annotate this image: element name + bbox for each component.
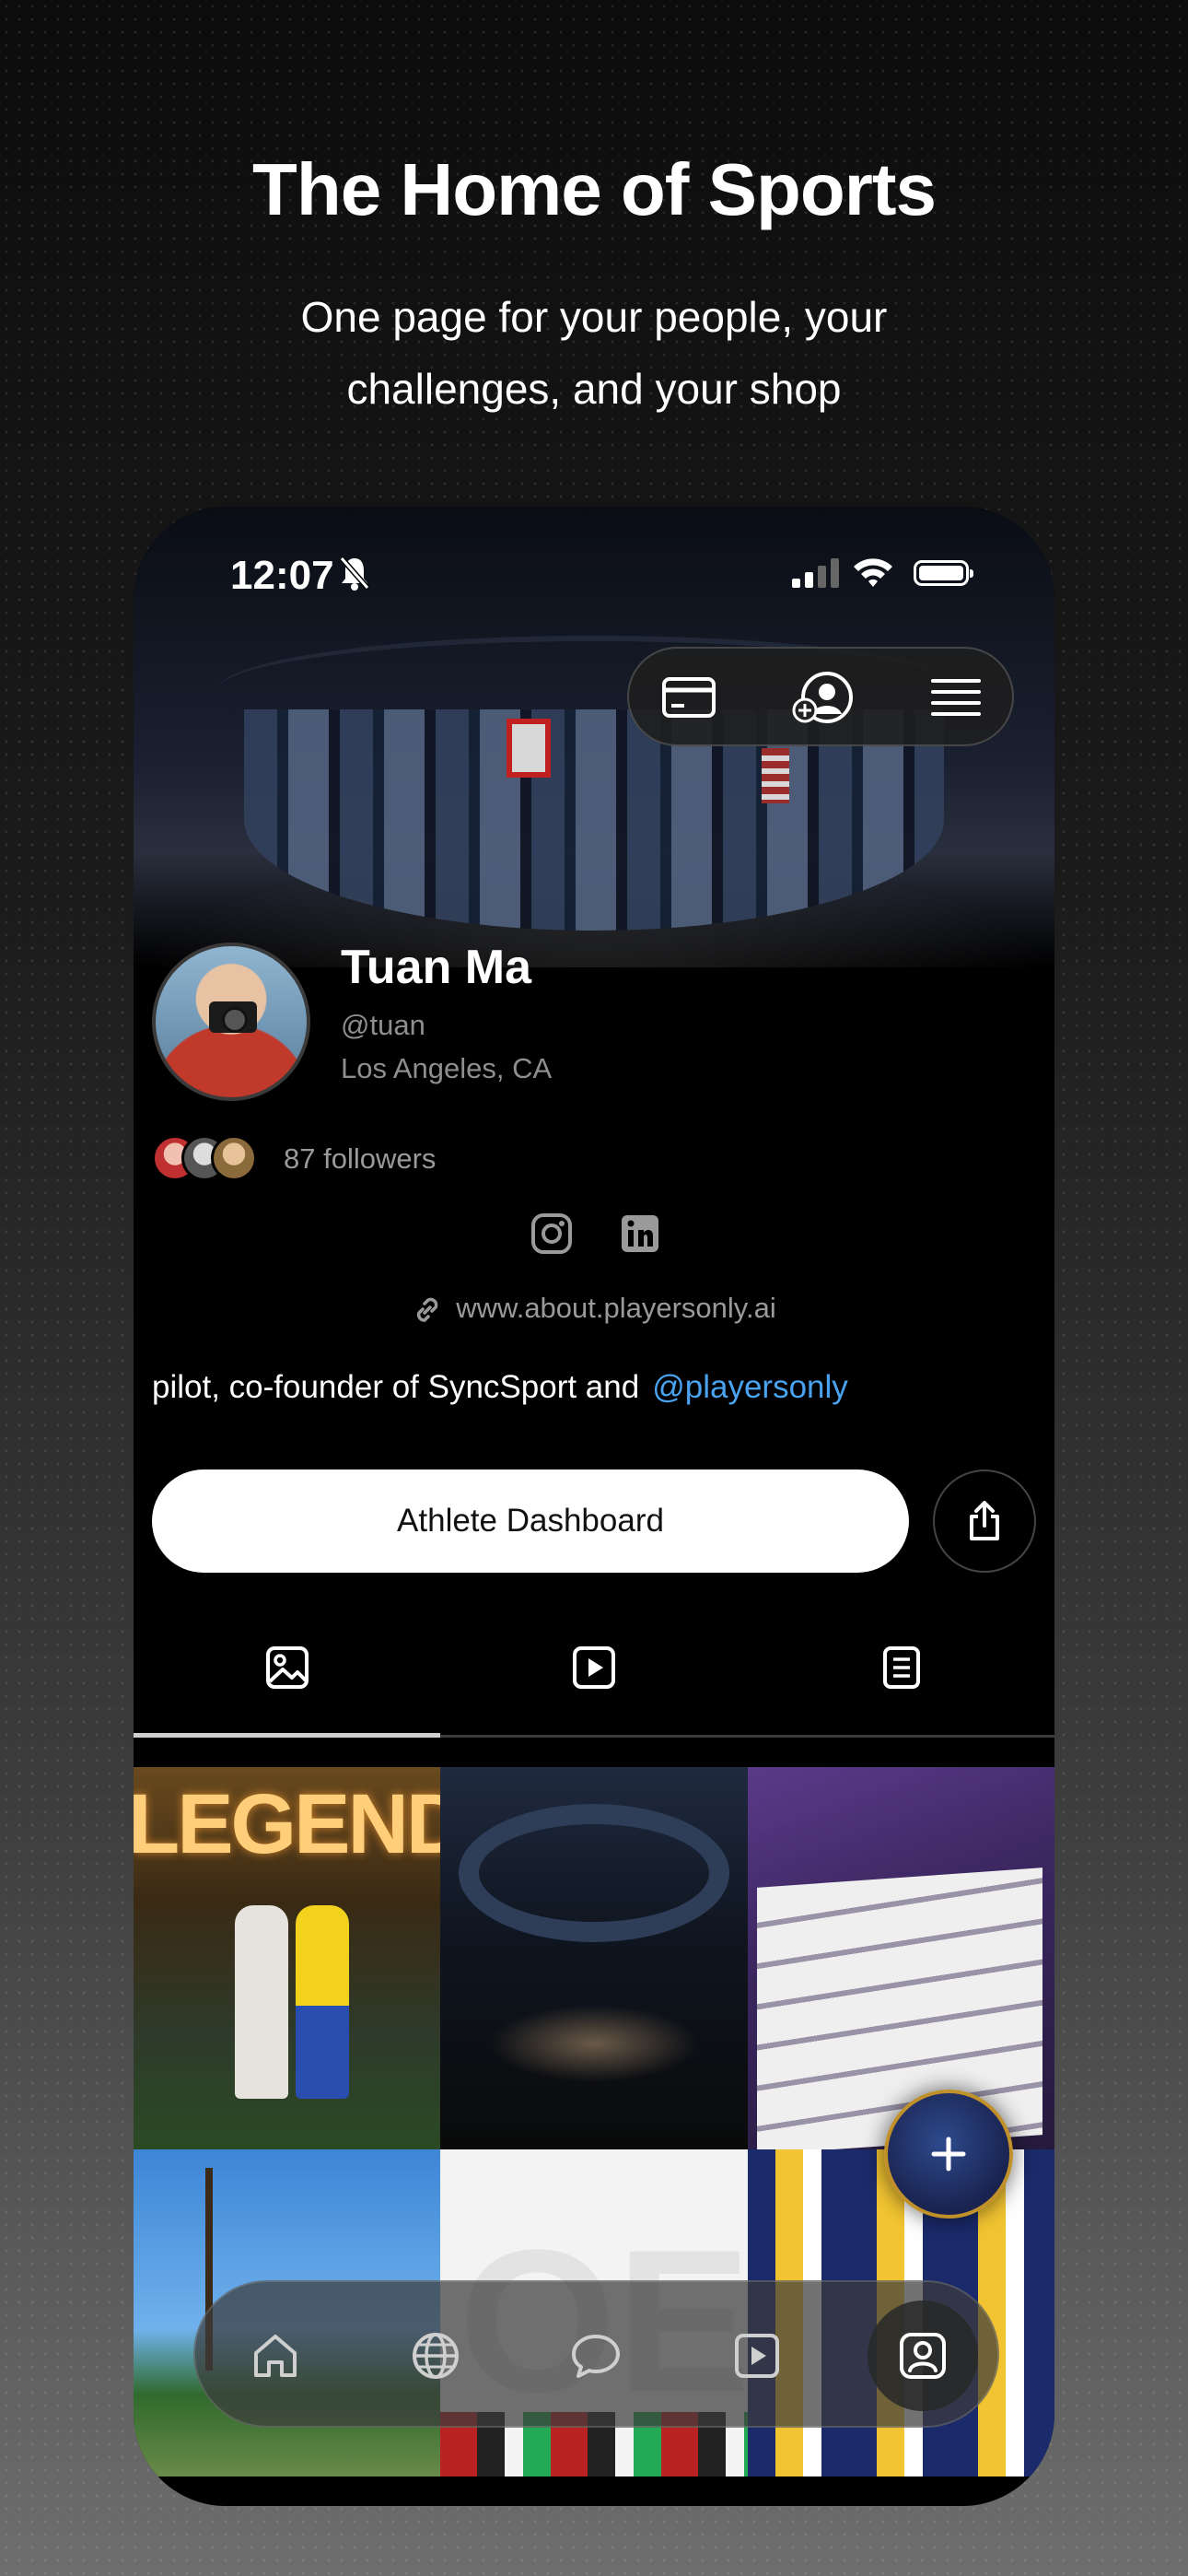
card-button[interactable]	[657, 665, 721, 730]
athlete-dashboard-button[interactable]: Athlete Dashboard	[152, 1469, 909, 1573]
followers-count[interactable]: 87 followers	[284, 1142, 436, 1176]
us-flag	[762, 748, 789, 803]
status-time: 12:07	[230, 553, 334, 598]
tab-photos[interactable]	[134, 1631, 440, 1704]
cellular-signal-icon	[792, 558, 839, 588]
document-icon	[882, 1646, 920, 1689]
share-button[interactable]	[933, 1469, 1036, 1573]
tab-videos[interactable]	[440, 1631, 747, 1704]
follower-avatar	[211, 1135, 257, 1181]
profile-icon	[900, 2333, 946, 2379]
bio-text: pilot, co-founder of SyncSport and	[152, 1369, 640, 1405]
instagram-icon[interactable]	[530, 1212, 574, 1256]
nav-videos[interactable]	[725, 2324, 789, 2388]
camera-in-photo	[209, 1001, 257, 1033]
promo-subline-line-2: challenges, and your shop	[346, 365, 842, 413]
wifi-icon	[854, 558, 892, 587]
home-icon	[254, 2335, 297, 2377]
player-figure	[235, 1905, 288, 2099]
athlete-dashboard-label: Athlete Dashboard	[397, 1503, 664, 1539]
linkedin-icon[interactable]	[618, 1212, 662, 1256]
signed-sheet	[757, 1868, 1042, 2149]
link-icon	[417, 1297, 438, 1322]
profile-handle: @tuan	[341, 1009, 425, 1041]
bottom-tab-bar	[193, 2280, 999, 2428]
card-icon	[662, 677, 716, 718]
nav-messages[interactable]	[564, 2324, 628, 2388]
nav-home[interactable]	[243, 2324, 308, 2388]
promo-subline-line-1: One page for your people, your	[300, 293, 888, 341]
bell-slash-icon	[339, 556, 370, 591]
grid-post[interactable]: LEGENDS	[134, 1767, 440, 2149]
bio: pilot, co-founder of SyncSport and @playe…	[152, 1369, 848, 1406]
video-icon	[572, 1646, 615, 1689]
promo-headline: The Home of Sports	[251, 148, 937, 230]
tab-documents[interactable]	[748, 1631, 1054, 1704]
menu-icon	[931, 679, 981, 716]
active-tab-indicator	[134, 1733, 440, 1738]
profile-name: Tuan Ma	[341, 941, 532, 994]
add-user-icon	[792, 672, 853, 723]
add-user-button[interactable]	[790, 665, 855, 730]
canada-flag	[507, 719, 551, 778]
menu-button[interactable]	[924, 665, 988, 730]
nav-explore[interactable]	[403, 2324, 468, 2388]
nav-profile[interactable]	[891, 2324, 955, 2388]
avatar[interactable]	[152, 943, 310, 1101]
chat-icon	[572, 2335, 620, 2378]
play-icon	[735, 2334, 779, 2378]
globe-icon	[413, 2333, 459, 2379]
promo-subline: One page for your people, your challenge…	[0, 281, 1188, 425]
legends-sign: LEGENDS	[134, 1777, 440, 1871]
photo-icon	[265, 1646, 309, 1689]
bio-mention-link[interactable]: @playersonly	[652, 1369, 848, 1405]
grid-post[interactable]	[440, 1767, 748, 2149]
website-text: www.about.playersonly.ai	[456, 1292, 776, 1324]
profile-actions-pill	[627, 647, 1014, 746]
player-figure	[296, 1905, 349, 2099]
plus-icon	[931, 2137, 966, 2172]
share-icon	[970, 1501, 999, 1540]
profile-location: Los Angeles, CA	[341, 1052, 553, 1084]
battery-icon	[914, 560, 973, 586]
arena-scoreboard-ring	[459, 1804, 729, 1942]
grid-post[interactable]	[748, 1767, 1054, 2149]
phone-screen: 12:07 Tuan Ma @tuan Los Angeles, CA 87 f…	[134, 507, 1054, 2506]
create-post-button[interactable]	[884, 2090, 1013, 2219]
website-link[interactable]: www.about.playersonly.ai	[134, 1292, 1054, 1326]
